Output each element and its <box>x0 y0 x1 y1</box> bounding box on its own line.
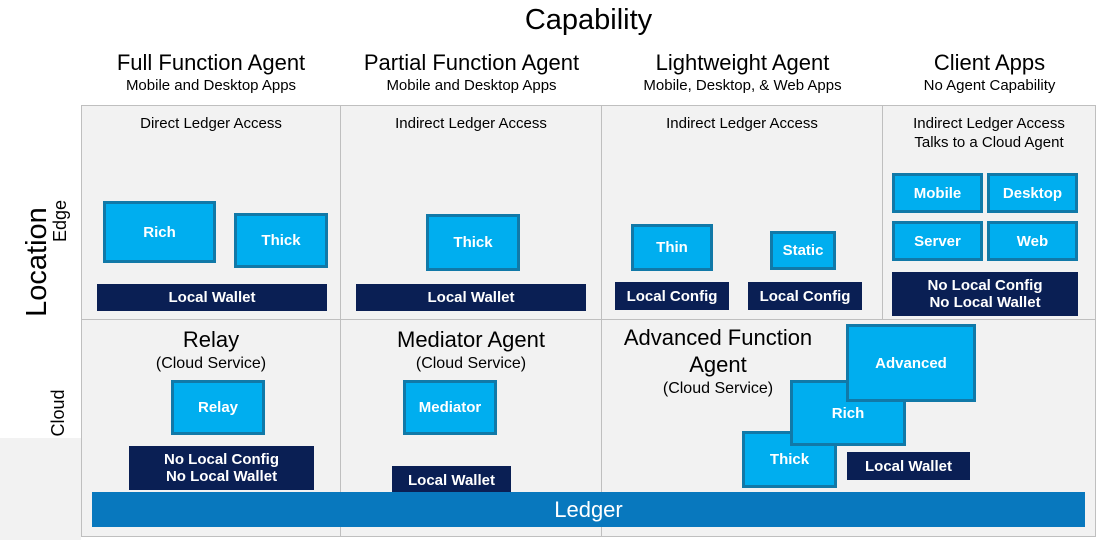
ledger-access-line-2: Talks to a Cloud Agent <box>914 134 1064 151</box>
agent-box-label: Mediator <box>418 399 482 416</box>
agent-box-rich[interactable]: Rich <box>103 201 216 263</box>
agent-box-mediator[interactable]: Mediator <box>403 380 497 435</box>
store-box-local-config-thin[interactable]: Local Config <box>615 282 729 310</box>
store-box-line-2: No Local Wallet <box>165 468 278 485</box>
agent-box-web[interactable]: Web <box>987 221 1078 261</box>
column-headers: Full Function Agent Mobile and Desktop A… <box>81 47 1096 105</box>
column-subtitle: Mobile, Desktop, & Web Apps <box>643 77 842 94</box>
cell-edge-partial-function-agent: Indirect Ledger Access Thick Local Walle… <box>341 106 602 319</box>
store-box-line-1: No Local Config <box>927 277 1043 294</box>
store-box-local-wallet[interactable]: Local Wallet <box>392 466 511 494</box>
store-box-label: Local Wallet <box>408 471 495 489</box>
agent-box-label: Rich <box>143 223 176 241</box>
cloud-service-name-line-1: Advanced Function <box>623 325 813 350</box>
column-title: Client Apps <box>933 50 1046 75</box>
ledger-access-label: Direct Ledger Access <box>140 115 282 132</box>
cloud-service-subtitle: (Cloud Service) <box>155 355 267 372</box>
cloud-service-name-line-2: Agent <box>689 352 747 377</box>
agent-box-label: Thick <box>769 451 810 468</box>
cloud-service-name: Mediator Agent <box>397 327 545 352</box>
ledger-access-label: Indirect Ledger Access <box>666 115 818 132</box>
cell-edge-lightweight-agent: Indirect Ledger Access Thin Static Local… <box>602 106 883 319</box>
agent-box-desktop[interactable]: Desktop <box>987 173 1078 213</box>
agent-box-label: Advanced <box>875 354 947 372</box>
store-box-label: Local Wallet <box>168 289 256 306</box>
row-label-cloud: Cloud <box>48 389 68 437</box>
cell-edge-client-apps: Indirect Ledger Access Talks to a Cloud … <box>883 106 1095 319</box>
agent-box-thin[interactable]: Thin <box>631 224 713 271</box>
agent-box-label: Static <box>782 242 824 259</box>
column-subtitle: Mobile and Desktop Apps <box>386 77 557 94</box>
agent-box-label: Thick <box>261 232 301 249</box>
cloud-service-name: Relay <box>182 327 240 352</box>
store-box-line-1: No Local Config <box>164 451 279 468</box>
column-header-full-function-agent: Full Function Agent Mobile and Desktop A… <box>81 47 341 105</box>
agent-box-label: Rich <box>831 404 865 422</box>
column-title: Full Function Agent <box>116 50 306 75</box>
store-box-label: Local Config <box>759 287 851 305</box>
x-axis-title: Capability <box>524 4 653 36</box>
store-box-local-config-static[interactable]: Local Config <box>748 282 862 310</box>
matrix-row-edge: Direct Ledger Access Rich Thick Local Wa… <box>82 106 1095 320</box>
agent-box-static[interactable]: Static <box>770 231 836 270</box>
store-box-line-2: No Local Wallet <box>929 294 1041 311</box>
agent-box-mobile[interactable]: Mobile <box>892 173 983 213</box>
agent-box-label: Thick <box>453 234 493 251</box>
store-box-label: Local Wallet <box>427 289 515 306</box>
agent-box-label: Thin <box>656 239 688 256</box>
column-subtitle: Mobile and Desktop Apps <box>125 77 297 94</box>
store-box-local-wallet[interactable]: Local Wallet <box>97 284 327 311</box>
cloud-service-heading: Mediator Agent (Cloud Service) <box>341 320 601 374</box>
cloud-service-heading: Relay (Cloud Service) <box>82 320 340 374</box>
column-title: Partial Function Agent <box>363 50 580 75</box>
store-box-label: Local Wallet <box>865 457 952 475</box>
agent-box-thick[interactable]: Thick <box>234 213 328 268</box>
column-header-lightweight-agent: Lightweight Agent Mobile, Desktop, & Web… <box>602 47 883 105</box>
store-box-no-local-storage[interactable]: No Local Config No Local Wallet <box>892 272 1078 316</box>
ledger-access-label: Indirect Ledger Access Talks to a Cloud … <box>883 106 1095 152</box>
capability-location-matrix: Direct Ledger Access Rich Thick Local Wa… <box>81 105 1096 537</box>
ledger-access-line-1: Indirect Ledger Access <box>913 115 1065 132</box>
store-box-local-wallet[interactable]: Local Wallet <box>847 452 970 480</box>
store-box-label: Local Config <box>626 287 718 305</box>
column-header-client-apps: Client Apps No Agent Capability <box>883 47 1096 105</box>
ledger-bar[interactable]: Ledger <box>92 492 1085 527</box>
agent-box-label: Relay <box>197 399 239 416</box>
agent-box-relay[interactable]: Relay <box>171 380 265 435</box>
row-label-edge: Edge <box>50 199 70 243</box>
column-title: Lightweight Agent <box>655 50 830 75</box>
agent-box-label: Desktop <box>1002 184 1063 202</box>
agent-box-thick[interactable]: Thick <box>426 214 520 271</box>
store-box-no-local-storage[interactable]: No Local Config No Local Wallet <box>129 446 314 490</box>
agent-box-label: Web <box>1016 232 1049 250</box>
column-subtitle: No Agent Capability <box>923 77 1056 94</box>
agent-box-label: Mobile <box>913 184 962 202</box>
ledger-access-label: Indirect Ledger Access <box>395 115 547 132</box>
cloud-service-subtitle: (Cloud Service) <box>415 355 527 372</box>
store-box-local-wallet[interactable]: Local Wallet <box>356 284 586 311</box>
cell-edge-full-function-agent: Direct Ledger Access Rich Thick Local Wa… <box>82 106 341 319</box>
ledger-label: Ledger <box>554 496 623 522</box>
agent-box-advanced[interactable]: Advanced <box>846 324 976 402</box>
column-header-partial-function-agent: Partial Function Agent Mobile and Deskto… <box>341 47 602 105</box>
agent-box-label: Server <box>914 232 961 250</box>
agent-box-server[interactable]: Server <box>892 221 983 261</box>
